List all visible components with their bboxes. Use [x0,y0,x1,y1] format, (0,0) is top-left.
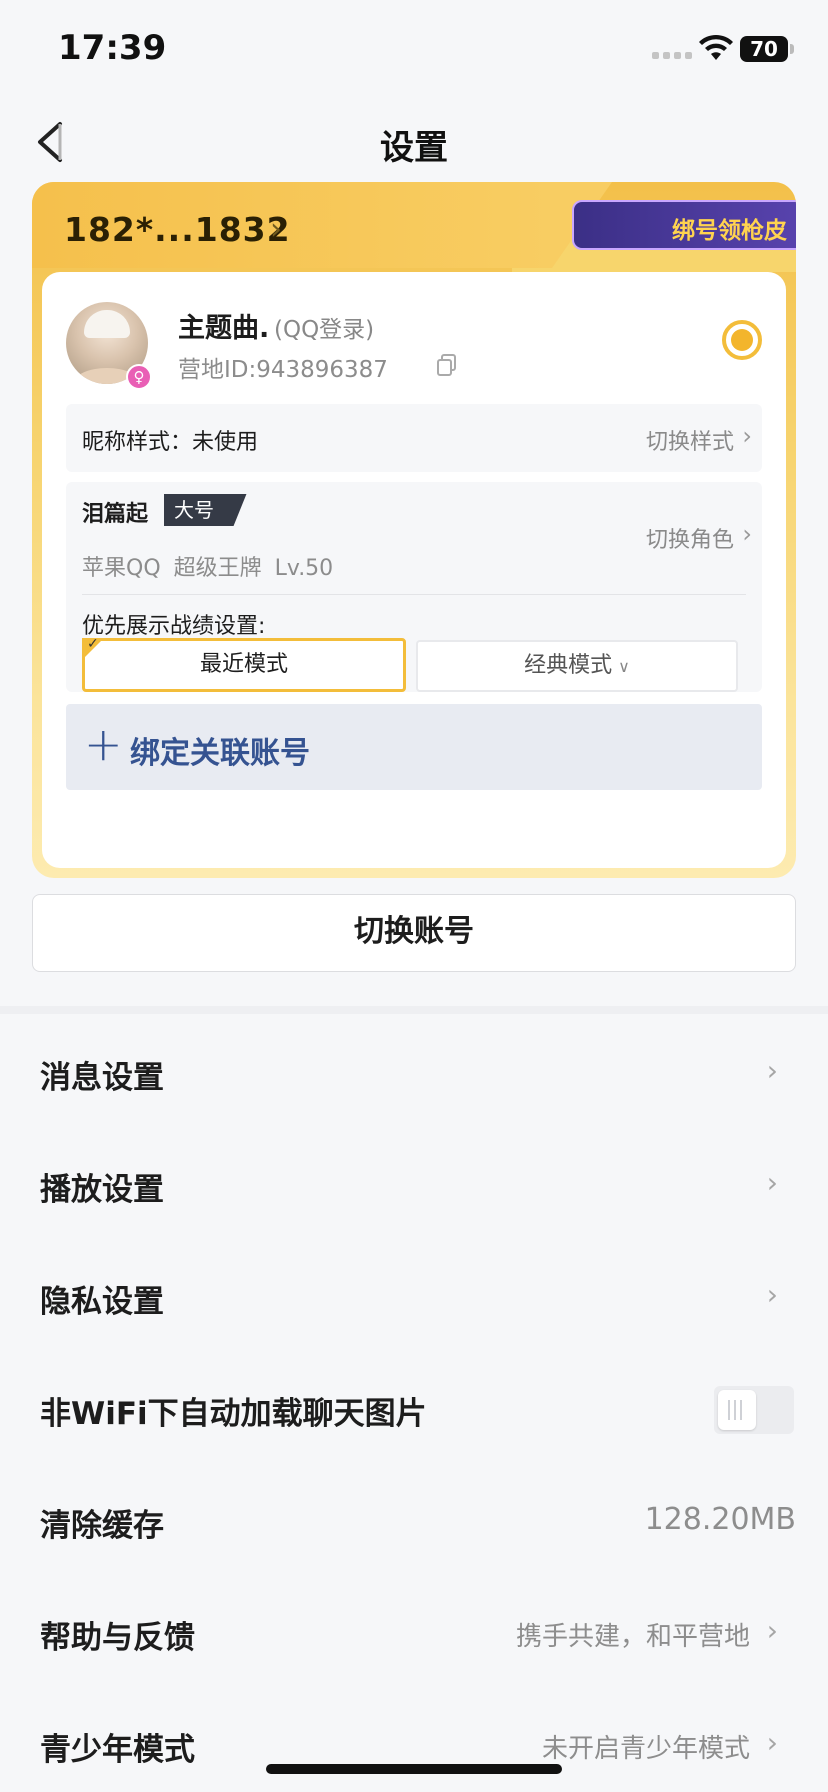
check-icon: ✓ [87,636,99,652]
switch-role-link[interactable]: 切换角色 [646,522,734,554]
chevron-right-icon[interactable]: › [270,212,282,247]
chevron-right-icon: › [766,1054,778,1087]
message-settings-row[interactable]: 消息设置 › [0,1014,828,1126]
status-time: 17:39 [58,28,167,68]
teen-mode-row[interactable]: 青少年模式 未开启青少年模式 › [0,1686,828,1792]
auto-load-images-toggle[interactable] [714,1386,794,1434]
privacy-settings-row[interactable]: 隐私设置 › [0,1238,828,1350]
page-title: 设置 [380,128,448,168]
setting-label: 隐私设置 [40,1284,164,1320]
auto-load-images-row: 非WiFi下自动加载聊天图片 [0,1350,828,1462]
setting-label: 帮助与反馈 [40,1620,195,1656]
settings-list: 消息设置 › 播放设置 › 隐私设置 › 非WiFi下自动加载聊天图片 清除缓存… [0,1014,828,1792]
help-feedback-value: 携手共建，和平营地 [515,1622,750,1652]
copy-icon[interactable] [437,354,457,376]
role-section: 泪篇起 大号 苹果QQ 超级王牌 Lv.50 切换角色 › 优先展示战绩设置: … [66,482,762,692]
login-type: (QQ登录) [274,317,375,343]
divider [82,594,746,595]
camp-id: 营地ID:943896387 [178,357,388,383]
plus-icon: + [84,717,123,771]
recent-mode-option[interactable]: ✓ 最近模式 [82,636,406,692]
classic-mode-label: 经典模式 [524,653,613,678]
role-info: 苹果QQ 超级王牌 Lv.50 [82,556,334,581]
setting-label: 非WiFi下自动加载聊天图片 [40,1396,427,1432]
nav-bar: 设置 [0,100,828,184]
help-feedback-row[interactable]: 帮助与反馈 携手共建，和平营地 › [0,1574,828,1686]
switch-account-button[interactable]: 切换账号 [32,894,796,972]
nickname: 主题曲. [178,313,270,344]
bind-promo-button[interactable]: 绑号领枪皮 [572,200,796,250]
battery-icon: 70 [740,36,794,62]
setting-label: 青少年模式 [40,1732,195,1768]
playback-settings-row[interactable]: 播放设置 › [0,1126,828,1238]
switch-style-link[interactable]: 切换样式 [646,424,734,456]
chevron-right-icon: › [766,1614,778,1647]
status-bar: 17:39 70 [0,0,828,100]
setting-label: 播放设置 [40,1172,164,1208]
cellular-signal-icon [652,52,692,59]
setting-label: 消息设置 [40,1060,164,1096]
chevron-right-icon: › [742,520,752,548]
account-selected-radio[interactable] [722,320,762,360]
role-name: 泪篇起 [82,502,149,527]
clear-cache-row[interactable]: 清除缓存 128.20MB [0,1462,828,1574]
bind-promo-label: 绑号领枪皮 [672,218,787,244]
nickname-style-row[interactable]: 昵称样式：未使用 切换样式 › [66,404,762,472]
bind-linked-account-label: 绑定关联账号 [130,736,310,771]
recent-mode-label: 最近模式 [199,652,288,677]
chevron-down-icon: ∨ [618,657,630,676]
chevron-right-icon: › [766,1726,778,1759]
female-icon: ♀ [126,364,152,390]
chevron-right-icon: › [766,1278,778,1311]
account-details: ♀ 主题曲. (QQ登录) 营地ID:943896387 昵称样式：未使用 切换… [42,272,786,868]
chevron-right-icon: › [742,422,752,450]
nickname-style-label: 昵称样式：未使用 [82,430,259,455]
home-indicator[interactable] [266,1764,562,1774]
teen-mode-value: 未开启青少年模式 [541,1734,750,1764]
setting-label: 清除缓存 [40,1508,164,1544]
account-card: 182*...1832 › 绑号领枪皮 ♀ 主题曲. (QQ登录) 营地ID:9… [32,182,796,878]
phone-number[interactable]: 182*...1832 [64,210,291,249]
priority-display-label: 优先展示战绩设置: [82,614,266,639]
classic-mode-option[interactable]: 经典模式 ∨ [416,640,738,692]
toggle-knob [718,1390,756,1430]
wifi-icon [699,34,733,60]
bind-linked-account-button[interactable]: + 绑定关联账号 [66,704,762,790]
section-divider [0,1006,828,1014]
cache-size: 128.20MB [644,1502,796,1537]
chevron-right-icon: › [766,1166,778,1199]
